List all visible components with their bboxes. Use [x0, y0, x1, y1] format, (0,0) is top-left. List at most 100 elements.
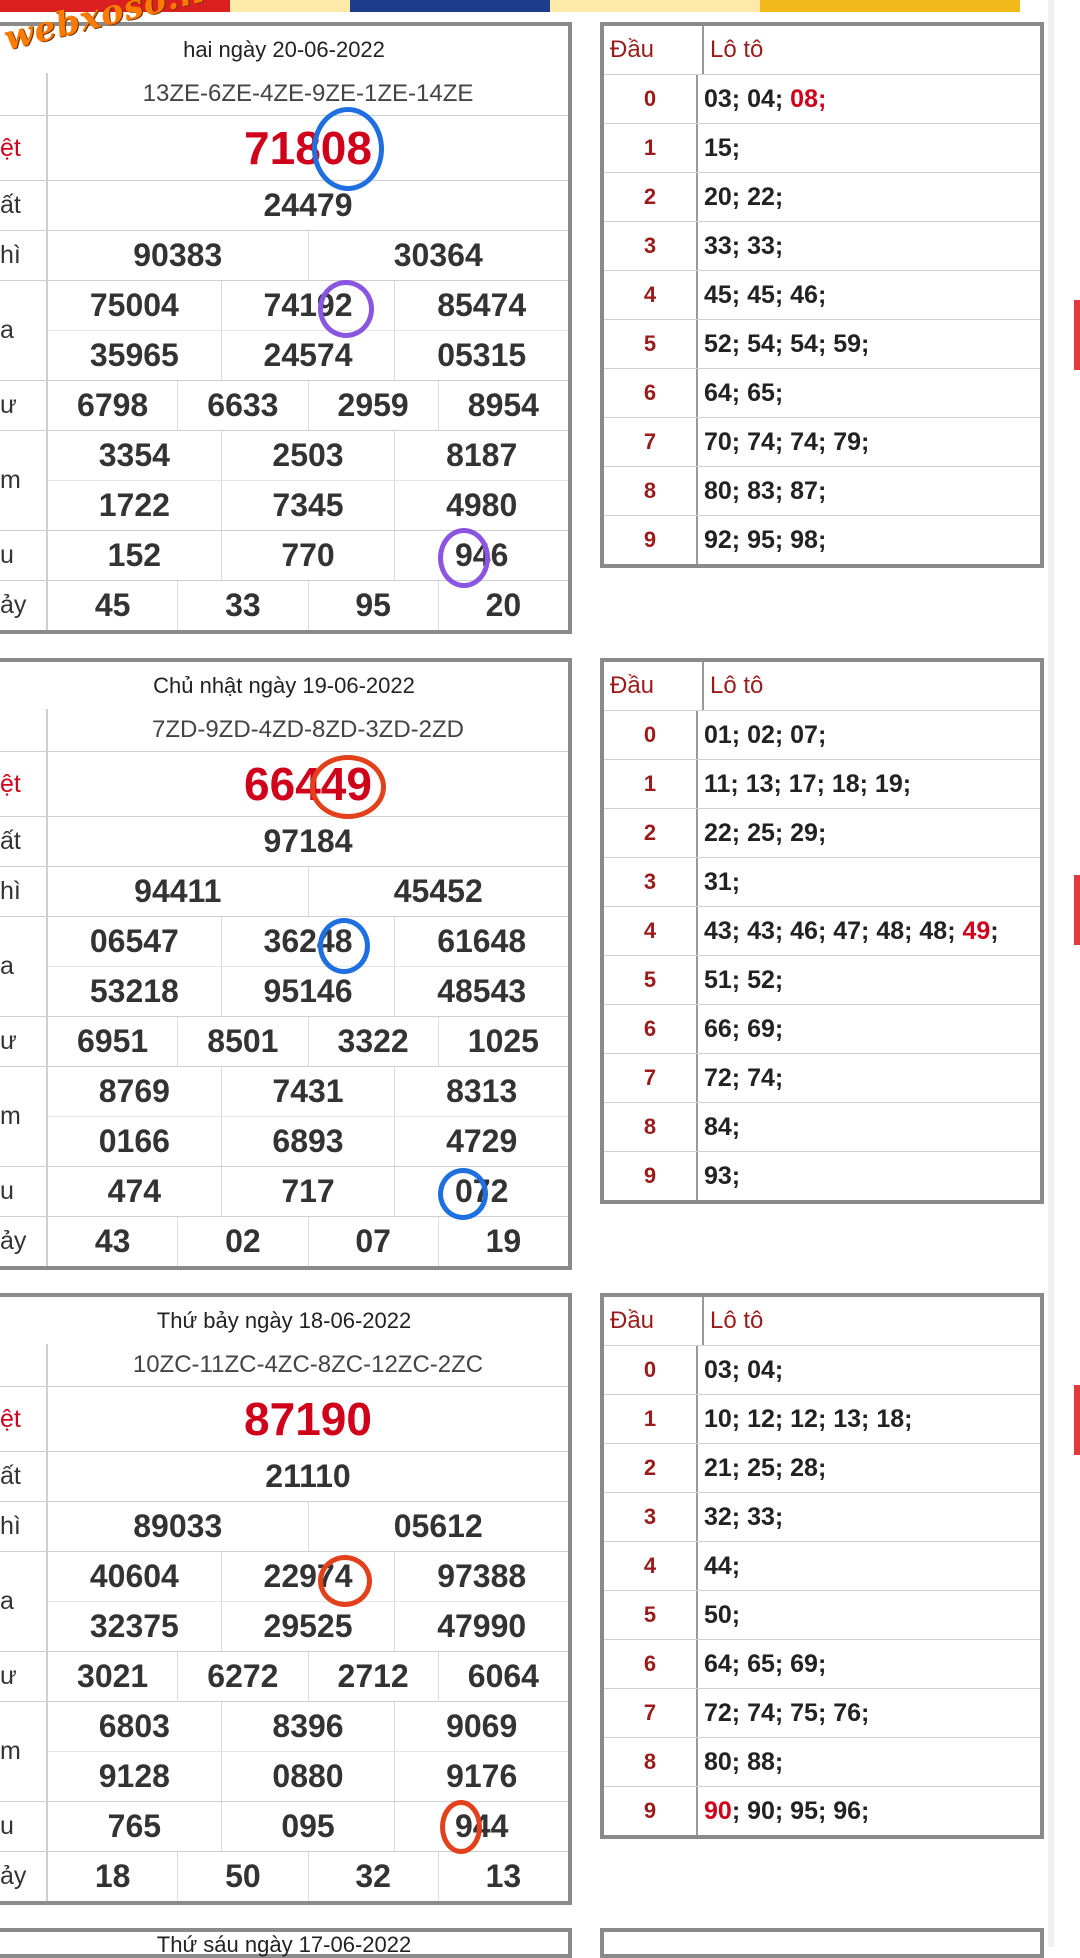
loto-values: 43; 43; 46; 47; 48; 48; 49; [698, 907, 1040, 955]
prize-number: 9128 [98, 1758, 170, 1794]
loto-value-text: 84; [704, 1112, 741, 1141]
banner-right-block [760, 0, 1020, 12]
prize-number: 8501 [177, 1017, 307, 1066]
prize-row: ư 6951 8501 3322 1025 [0, 1017, 568, 1067]
prize-number: 32 [307, 1852, 438, 1901]
loto-row: 3 33; 33; [604, 222, 1040, 271]
loto-header: Đầu Lô tô [604, 662, 1040, 711]
prize-number: 07 [307, 1217, 438, 1266]
loto-values: 31; [698, 858, 1040, 906]
loto-head-digit: 4 [604, 1542, 698, 1590]
loto-head-digit: 9 [604, 1152, 698, 1200]
prize-label: u [0, 1802, 48, 1851]
prize-row: ất 24479 [0, 181, 568, 231]
loto-row: 4 45; 45; 46; [604, 271, 1040, 320]
loto-row: 1 15; [604, 124, 1040, 173]
prize-number: 3021 [77, 1658, 149, 1694]
loto-highlight: 08; [790, 84, 827, 113]
prize-number: 6064 [437, 1652, 568, 1701]
prize-row: hì 89033 05612 [0, 1502, 568, 1552]
loto-values: 21; 25; 28; [698, 1444, 1040, 1492]
prize-label: ệt [0, 1387, 48, 1451]
loto-row: 2 22; 25; 29; [604, 809, 1040, 858]
prize-number: 45 [94, 587, 131, 623]
prize-number: 072 [394, 1167, 568, 1216]
prize-number: 6272 [177, 1652, 307, 1701]
prize-number: 20 [437, 581, 568, 630]
loto-head-digit: 1 [604, 124, 698, 172]
loto-value-text: 03; 04; [704, 84, 784, 113]
loto-value-text: 70; 74; 74; 79; [704, 427, 870, 456]
loto-value-text: 11; 13; 17; 18; 19; [704, 769, 912, 798]
next-draw-date: Thứ sáu ngày 17-06-2022 [156, 1932, 412, 1957]
loto-value-text: 93; [704, 1161, 741, 1190]
loto-row: 9 90; 90; 95; 96; [604, 1787, 1040, 1835]
loto-head-digit: 5 [604, 320, 698, 368]
loto-row: 5 52; 54; 54; 59; [604, 320, 1040, 369]
scrollbar-track[interactable] [1048, 0, 1054, 1947]
loto-header: Đầu Lô tô [604, 1297, 1040, 1346]
loto-values: 50; [698, 1591, 1040, 1639]
prize-number: 0166 [98, 1123, 170, 1159]
loto-head-digit: 8 [604, 467, 698, 515]
prize-number: 19 [437, 1217, 568, 1266]
loto-value-text: 92; 95; 98; [704, 525, 827, 554]
prize-number: 33 [177, 581, 307, 630]
loto-head-digit: 6 [604, 369, 698, 417]
side-marker [1074, 875, 1080, 945]
loto-values: 66; 69; [698, 1005, 1040, 1053]
loto-value-text: 51; 52; [704, 965, 784, 994]
loto-head-digit: 7 [604, 418, 698, 466]
prize-row: ảy 18 50 32 13 [0, 1852, 568, 1901]
draw-code: 7ZD-9ZD-4ZD-8ZD-3ZD-2ZD [152, 716, 464, 743]
prize-label: ệt [0, 116, 48, 180]
loto-head-digit: 9 [604, 516, 698, 564]
prize-number: 40604 [89, 1558, 179, 1594]
prize-row: u 152 770 946 [0, 531, 568, 581]
prize-row: ư 6798 6633 2959 8954 [0, 381, 568, 431]
prize-number: 24479 [263, 187, 353, 223]
loto-row: 5 50; [604, 1591, 1040, 1640]
prize-label: m [0, 1702, 48, 1801]
loto-values: 03; 04; [698, 1346, 1040, 1394]
header-dau: Đầu [604, 662, 704, 710]
loto-row: 2 21; 25; 28; [604, 1444, 1040, 1493]
loto-row: 7 72; 74; 75; 76; [604, 1689, 1040, 1738]
header-loto: Lô tô [710, 36, 764, 63]
prize-label: u [0, 1167, 48, 1216]
prize-number: 9069 [394, 1702, 568, 1751]
loto-row: 7 72; 74; [604, 1054, 1040, 1103]
prize-label: ất [0, 181, 48, 230]
banner-mid-block [350, 0, 550, 12]
loto-table: Đầu Lô tô 0 03; 04; 08; 1 15; 2 20; 22; 3 33; 33;… [600, 22, 1044, 568]
prize-number: 05315 [394, 331, 568, 380]
loto-highlight: 49 [962, 916, 991, 945]
next-loto-table [600, 1928, 1044, 1958]
prize-label: ảy [0, 581, 48, 630]
row-label [0, 1344, 48, 1386]
loto-value-text: 03; 04; [704, 1355, 784, 1384]
prize-row: ất 97184 [0, 817, 568, 867]
prize-number: 2503 [220, 431, 395, 480]
loto-values: 90; 90; 95; 96; [698, 1787, 1040, 1835]
loto-head-digit: 6 [604, 1640, 698, 1688]
loto-head-digit: 2 [604, 1444, 698, 1492]
prize-number: 85474 [394, 281, 568, 330]
prize-table: Thứ bảy ngày 18-06-2022 10ZC-11ZC-4ZC-8ZC… [0, 1293, 572, 1905]
prize-number: 97388 [394, 1552, 568, 1601]
prize-label: hì [0, 231, 48, 280]
prize-number: 0880 [220, 1752, 395, 1801]
loto-values: 33; 33; [698, 222, 1040, 270]
header-dau: Đầu [604, 26, 704, 74]
prize-label: ệt [0, 752, 48, 816]
code-row: 7ZD-9ZD-4ZD-8ZD-3ZD-2ZD [0, 709, 568, 752]
prize-label: m [0, 431, 48, 530]
loto-head-digit: 1 [604, 760, 698, 808]
prize-row: u 765 095 944 [0, 1802, 568, 1852]
prize-label: ư [0, 381, 48, 430]
prize-number: 71808 [244, 122, 372, 174]
prize-number: 75004 [89, 287, 179, 323]
loto-value-text: 31; [704, 867, 741, 896]
loto-row: 3 31; [604, 858, 1040, 907]
prize-number: 6803 [98, 1708, 170, 1744]
